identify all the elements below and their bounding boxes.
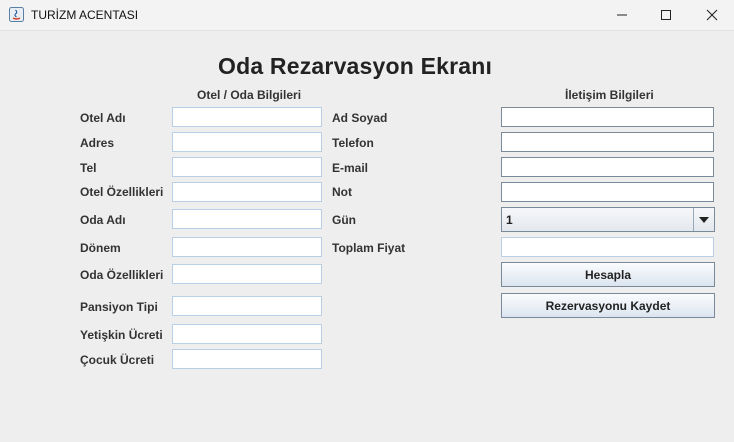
oda-ozellikleri-label: Oda Özellikleri	[80, 268, 164, 282]
telefon-field[interactable]	[501, 132, 714, 152]
gun-dropdown[interactable]: 1	[501, 207, 715, 232]
adres-field[interactable]	[172, 132, 322, 152]
close-button[interactable]	[690, 0, 734, 30]
otel-adi-field[interactable]	[172, 107, 322, 127]
cocuk-ucreti-label: Çocuk Ücreti	[80, 353, 155, 367]
window-title: TURİZM ACENTASI	[31, 8, 139, 22]
oda-adi-field[interactable]	[172, 209, 322, 229]
tel-label: Tel	[80, 161, 97, 175]
cocuk-ucreti-field[interactable]	[172, 349, 322, 369]
ad-soyad-label: Ad Soyad	[332, 111, 388, 125]
ad-soyad-field[interactable]	[501, 107, 714, 127]
not-label: Not	[332, 185, 352, 199]
hesapla-button[interactable]: Hesapla	[501, 262, 715, 287]
contact-section-title: İletişim Bilgileri	[565, 88, 654, 102]
minimize-button[interactable]	[600, 0, 644, 30]
title-bar: TURİZM ACENTASI	[0, 0, 734, 31]
maximize-button[interactable]	[644, 0, 688, 30]
toplam-fiyat-field[interactable]	[501, 237, 714, 257]
dropdown-arrow-button[interactable]	[693, 208, 714, 231]
chevron-down-icon	[699, 216, 709, 223]
rezervasyonu-kaydet-button[interactable]: Rezervasyonu Kaydet	[501, 293, 715, 318]
yetiskin-ucreti-label: Yetişkin Ücreti	[80, 328, 163, 342]
email-field[interactable]	[501, 157, 714, 177]
pansiyon-tipi-label: Pansiyon Tipi	[80, 300, 158, 314]
hotel-section-title: Otel / Oda Bilgileri	[197, 88, 302, 102]
otel-ozellikleri-field[interactable]	[172, 182, 322, 202]
otel-ozellikleri-label: Otel Özellikleri	[80, 185, 164, 199]
page-title: Oda Rezarvasyon Ekranı	[218, 53, 493, 79]
maximize-icon	[661, 10, 671, 20]
gun-label: Gün	[332, 213, 356, 227]
oda-adi-label: Oda Adı	[80, 213, 126, 227]
donem-field[interactable]	[172, 237, 322, 257]
gun-dropdown-value: 1	[506, 213, 513, 227]
otel-adi-label: Otel Adı	[80, 111, 126, 125]
minimize-icon	[617, 14, 627, 16]
telefon-label: Telefon	[332, 136, 374, 150]
adres-label: Adres	[80, 136, 115, 150]
toplam-fiyat-label: Toplam Fiyat	[332, 241, 406, 255]
donem-label: Dönem	[80, 241, 121, 255]
pansiyon-tipi-field[interactable]	[172, 296, 322, 316]
yetiskin-ucreti-field[interactable]	[172, 324, 322, 344]
oda-ozellikleri-field[interactable]	[172, 264, 322, 284]
java-app-icon	[9, 7, 24, 22]
email-label: E-mail	[332, 161, 369, 175]
tel-field[interactable]	[172, 157, 322, 177]
not-field[interactable]	[501, 182, 714, 202]
close-icon	[706, 9, 718, 21]
